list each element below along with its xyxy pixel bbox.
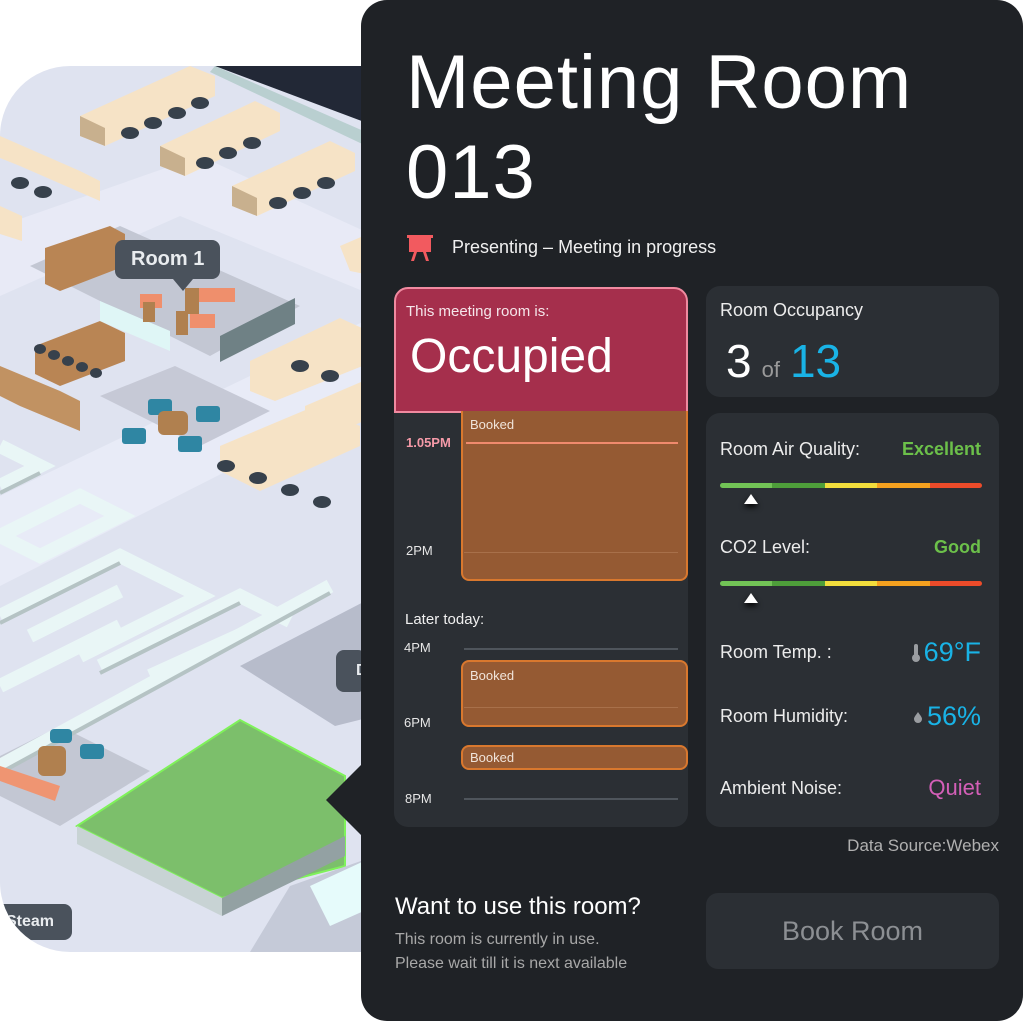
booking-label: Booked bbox=[470, 417, 515, 432]
temperature-label: Room Temp. : bbox=[720, 642, 832, 662]
lounge-seat bbox=[50, 729, 72, 743]
occupancy-of: of bbox=[761, 357, 780, 382]
scale-segment bbox=[824, 483, 878, 488]
room-status-text: Presenting – Meeting in progress bbox=[452, 236, 717, 257]
lounge-seat bbox=[122, 428, 146, 444]
co2-label: CO2 Level: bbox=[720, 537, 811, 557]
scale-segment bbox=[772, 581, 825, 586]
time-label-8pm: 8PM bbox=[405, 791, 432, 806]
room-1-table bbox=[143, 302, 155, 322]
scale-segment bbox=[824, 581, 878, 586]
current-time-line bbox=[466, 442, 678, 444]
air-quality-scale bbox=[720, 483, 982, 488]
hour-line bbox=[464, 552, 678, 553]
room-1-seat bbox=[195, 288, 235, 302]
scale-segment bbox=[929, 581, 982, 586]
cta-line-2: Please wait till it is next available bbox=[395, 955, 628, 972]
air-quality-row: Room Air Quality: Excellent bbox=[720, 439, 981, 460]
scale-segment bbox=[772, 483, 825, 488]
hour-line bbox=[464, 707, 678, 708]
room-state-label: This meeting room is: bbox=[406, 303, 550, 320]
booking-label: Booked bbox=[470, 668, 515, 683]
cta-line-1: This room is currently in use. bbox=[395, 931, 600, 948]
later-booking-block[interactable]: Booked bbox=[461, 745, 688, 770]
room-1-table bbox=[176, 311, 188, 335]
room-detail-panel: Meeting Room 013 Presenting – Meeting in… bbox=[361, 0, 1023, 1021]
room-status: Presenting – Meeting in progress bbox=[403, 230, 716, 264]
temperature-value: 69°F bbox=[923, 637, 981, 667]
time-label-6pm: 6PM bbox=[404, 715, 431, 730]
noise-label: Ambient Noise: bbox=[720, 777, 843, 798]
time-label-4pm: 4PM bbox=[404, 640, 431, 655]
humidity-value: 56% bbox=[926, 701, 981, 731]
room-title: Meeting Room 013 bbox=[406, 40, 913, 215]
occupancy-current: 3 bbox=[726, 335, 752, 387]
room-1-seat bbox=[190, 314, 215, 328]
room-1-table bbox=[185, 288, 199, 314]
time-label-2pm: 2PM bbox=[406, 543, 433, 558]
current-time-label: 1.05PM bbox=[406, 435, 451, 450]
humidity-label: Room Humidity: bbox=[720, 706, 849, 726]
air-quality-marker bbox=[744, 494, 759, 504]
hour-line bbox=[464, 798, 678, 800]
data-source: Data Source:Webex bbox=[847, 836, 999, 855]
occupancy-card: Room Occupancy 3 of 13 bbox=[706, 286, 999, 397]
booking-label: Booked bbox=[470, 750, 515, 765]
co2-value: Good bbox=[934, 537, 981, 557]
humidity-reading: 56% bbox=[913, 701, 981, 732]
air-quality-value: Excellent bbox=[901, 439, 981, 459]
later-today-label: Later today: bbox=[405, 611, 485, 628]
noise-row: Ambient Noise: Quiet bbox=[720, 775, 981, 801]
map-label-room-1[interactable]: Room 1 bbox=[115, 240, 221, 291]
lounge-seat bbox=[80, 744, 104, 759]
room-state-banner: This meeting room is: Occupied bbox=[394, 287, 688, 413]
co2-row: CO2 Level: Good bbox=[720, 537, 981, 558]
droplet-icon bbox=[913, 711, 922, 723]
floor-map[interactable]: Room 1 D Steam bbox=[0, 66, 375, 952]
occupancy-value: 3 of 13 bbox=[726, 334, 841, 388]
presentation-easel-icon bbox=[403, 230, 437, 264]
scale-segment bbox=[877, 483, 930, 488]
scale-segment bbox=[720, 483, 773, 488]
cta-subtext: This room is currently in use. Please wa… bbox=[395, 928, 627, 976]
later-booking-block[interactable]: Booked bbox=[461, 660, 688, 727]
lounge-seat bbox=[178, 436, 202, 452]
floor-map-canvas bbox=[0, 66, 375, 952]
book-room-button[interactable]: Book Room bbox=[706, 893, 999, 969]
schedule-card: This meeting room is: Occupied Booked 1.… bbox=[394, 287, 688, 827]
hour-line bbox=[464, 648, 678, 650]
scale-segment bbox=[929, 483, 982, 488]
temperature-reading: 69°F bbox=[911, 637, 981, 668]
lounge-seat bbox=[196, 406, 220, 422]
scale-segment bbox=[877, 581, 930, 586]
noise-value: Quiet bbox=[928, 775, 981, 800]
co2-scale bbox=[720, 581, 982, 586]
environment-card: Room Air Quality: Excellent CO2 Level: G… bbox=[706, 413, 999, 827]
panel-pointer-arrow bbox=[326, 762, 364, 838]
occupancy-label: Room Occupancy bbox=[720, 300, 864, 320]
occupancy-capacity: 13 bbox=[789, 335, 842, 387]
thermometer-icon bbox=[911, 643, 920, 662]
humidity-row: Room Humidity: 56% bbox=[720, 701, 981, 732]
lounge-table bbox=[158, 411, 188, 435]
cta-title: Want to use this room? bbox=[395, 893, 641, 920]
temperature-row: Room Temp. : 69°F bbox=[720, 637, 981, 668]
room-state-value: Occupied bbox=[410, 330, 613, 383]
air-quality-label: Room Air Quality: bbox=[720, 439, 861, 459]
scale-segment bbox=[720, 581, 773, 586]
co2-marker bbox=[744, 593, 759, 603]
lounge-table bbox=[38, 746, 66, 776]
current-booking-block[interactable]: Booked bbox=[461, 411, 688, 581]
map-label-steam[interactable]: Steam bbox=[0, 904, 73, 940]
